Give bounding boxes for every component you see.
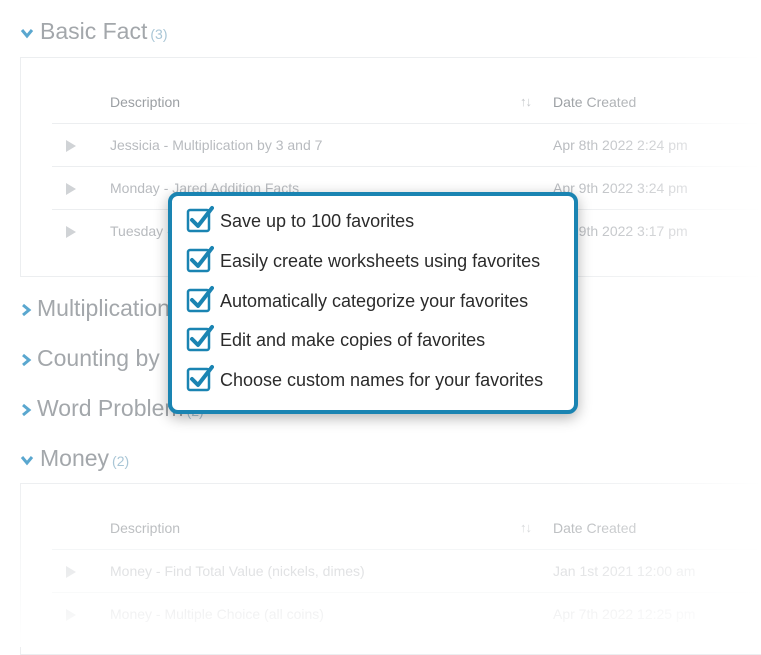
category-count: (2) [112, 453, 130, 469]
category-title: Basic Fact [40, 18, 148, 44]
feature-item: Choose custom names for your favorites [186, 365, 544, 394]
category-basic-fact[interactable]: Basic Fact (3) [20, 18, 168, 45]
row-description: Jessicia - Multiplication by 3 and 7 [110, 137, 323, 153]
date-created-header[interactable]: Date Created [553, 507, 636, 549]
chevron-down-icon [20, 26, 34, 40]
checkbox-checked-icon [186, 365, 214, 392]
sort-icon[interactable]: ↑↓ [520, 81, 532, 123]
chevron-down-icon [20, 453, 34, 467]
table-row[interactable]: Money - Multiple Choice (all coins) Apr … [52, 593, 761, 635]
table-header: Description ↑↓ Date Created [52, 81, 761, 124]
feature-item: Easily create worksheets using favorites [186, 246, 541, 275]
category-title: Multiplication [37, 295, 170, 321]
feature-label: Automatically categorize your favorites [220, 290, 529, 311]
play-icon[interactable] [66, 183, 76, 195]
feature-label: Choose custom names for your favorites [220, 369, 544, 390]
checkbox-checked-icon [186, 246, 214, 273]
row-description: Money - Multiple Choice (all coins) [110, 606, 324, 622]
description-header[interactable]: Description [110, 81, 180, 123]
chevron-right-icon [19, 353, 33, 367]
feature-item: Save up to 100 favorites [186, 206, 415, 235]
favorites-table: Description ↑↓ Date Created Money - Find… [20, 483, 761, 655]
description-header[interactable]: Description [110, 507, 180, 549]
play-icon[interactable] [66, 609, 76, 621]
row-date: Jan 1st 2021 12:00 am [553, 563, 696, 579]
table-header: Description ↑↓ Date Created [52, 507, 761, 550]
category-counting-by[interactable]: Counting by [19, 345, 160, 372]
play-icon[interactable] [66, 566, 76, 578]
play-icon[interactable] [66, 226, 76, 238]
row-description: Money - Find Total Value (nickels, dimes… [110, 563, 365, 579]
feature-label: Edit and make copies of favorites [220, 329, 486, 350]
checkbox-checked-icon [186, 325, 214, 352]
category-title: Money [40, 445, 110, 471]
date-created-header[interactable]: Date Created [553, 81, 636, 123]
category-count: (3) [150, 26, 168, 42]
feature-item: Automatically categorize your favorites [186, 286, 529, 315]
chevron-right-icon [19, 403, 33, 417]
row-date: Apr 8th 2022 2:24 pm [553, 137, 688, 153]
checkbox-checked-icon [186, 206, 214, 233]
feature-label: Save up to 100 favorites [220, 210, 415, 231]
category-multiplication[interactable]: Multiplication [19, 295, 170, 322]
feature-label: Easily create worksheets using favorites [220, 250, 541, 271]
chevron-right-icon [19, 303, 33, 317]
play-icon[interactable] [66, 140, 76, 152]
row-date: Apr 7th 2022 12:25 pm [553, 606, 696, 622]
category-title: Word Problem [37, 395, 184, 421]
sort-icon[interactable]: ↑↓ [520, 507, 532, 549]
feature-item: Edit and make copies of favorites [186, 325, 486, 354]
table-row[interactable]: Money - Find Total Value (nickels, dimes… [52, 550, 761, 593]
category-money[interactable]: Money (2) [20, 445, 129, 472]
category-title: Counting by [37, 345, 160, 371]
table-row[interactable]: Jessicia - Multiplication by 3 and 7 Apr… [52, 124, 761, 167]
checkbox-checked-icon [186, 286, 214, 313]
favorites-features-callout: Save up to 100 favorites Easily create w… [168, 192, 578, 414]
